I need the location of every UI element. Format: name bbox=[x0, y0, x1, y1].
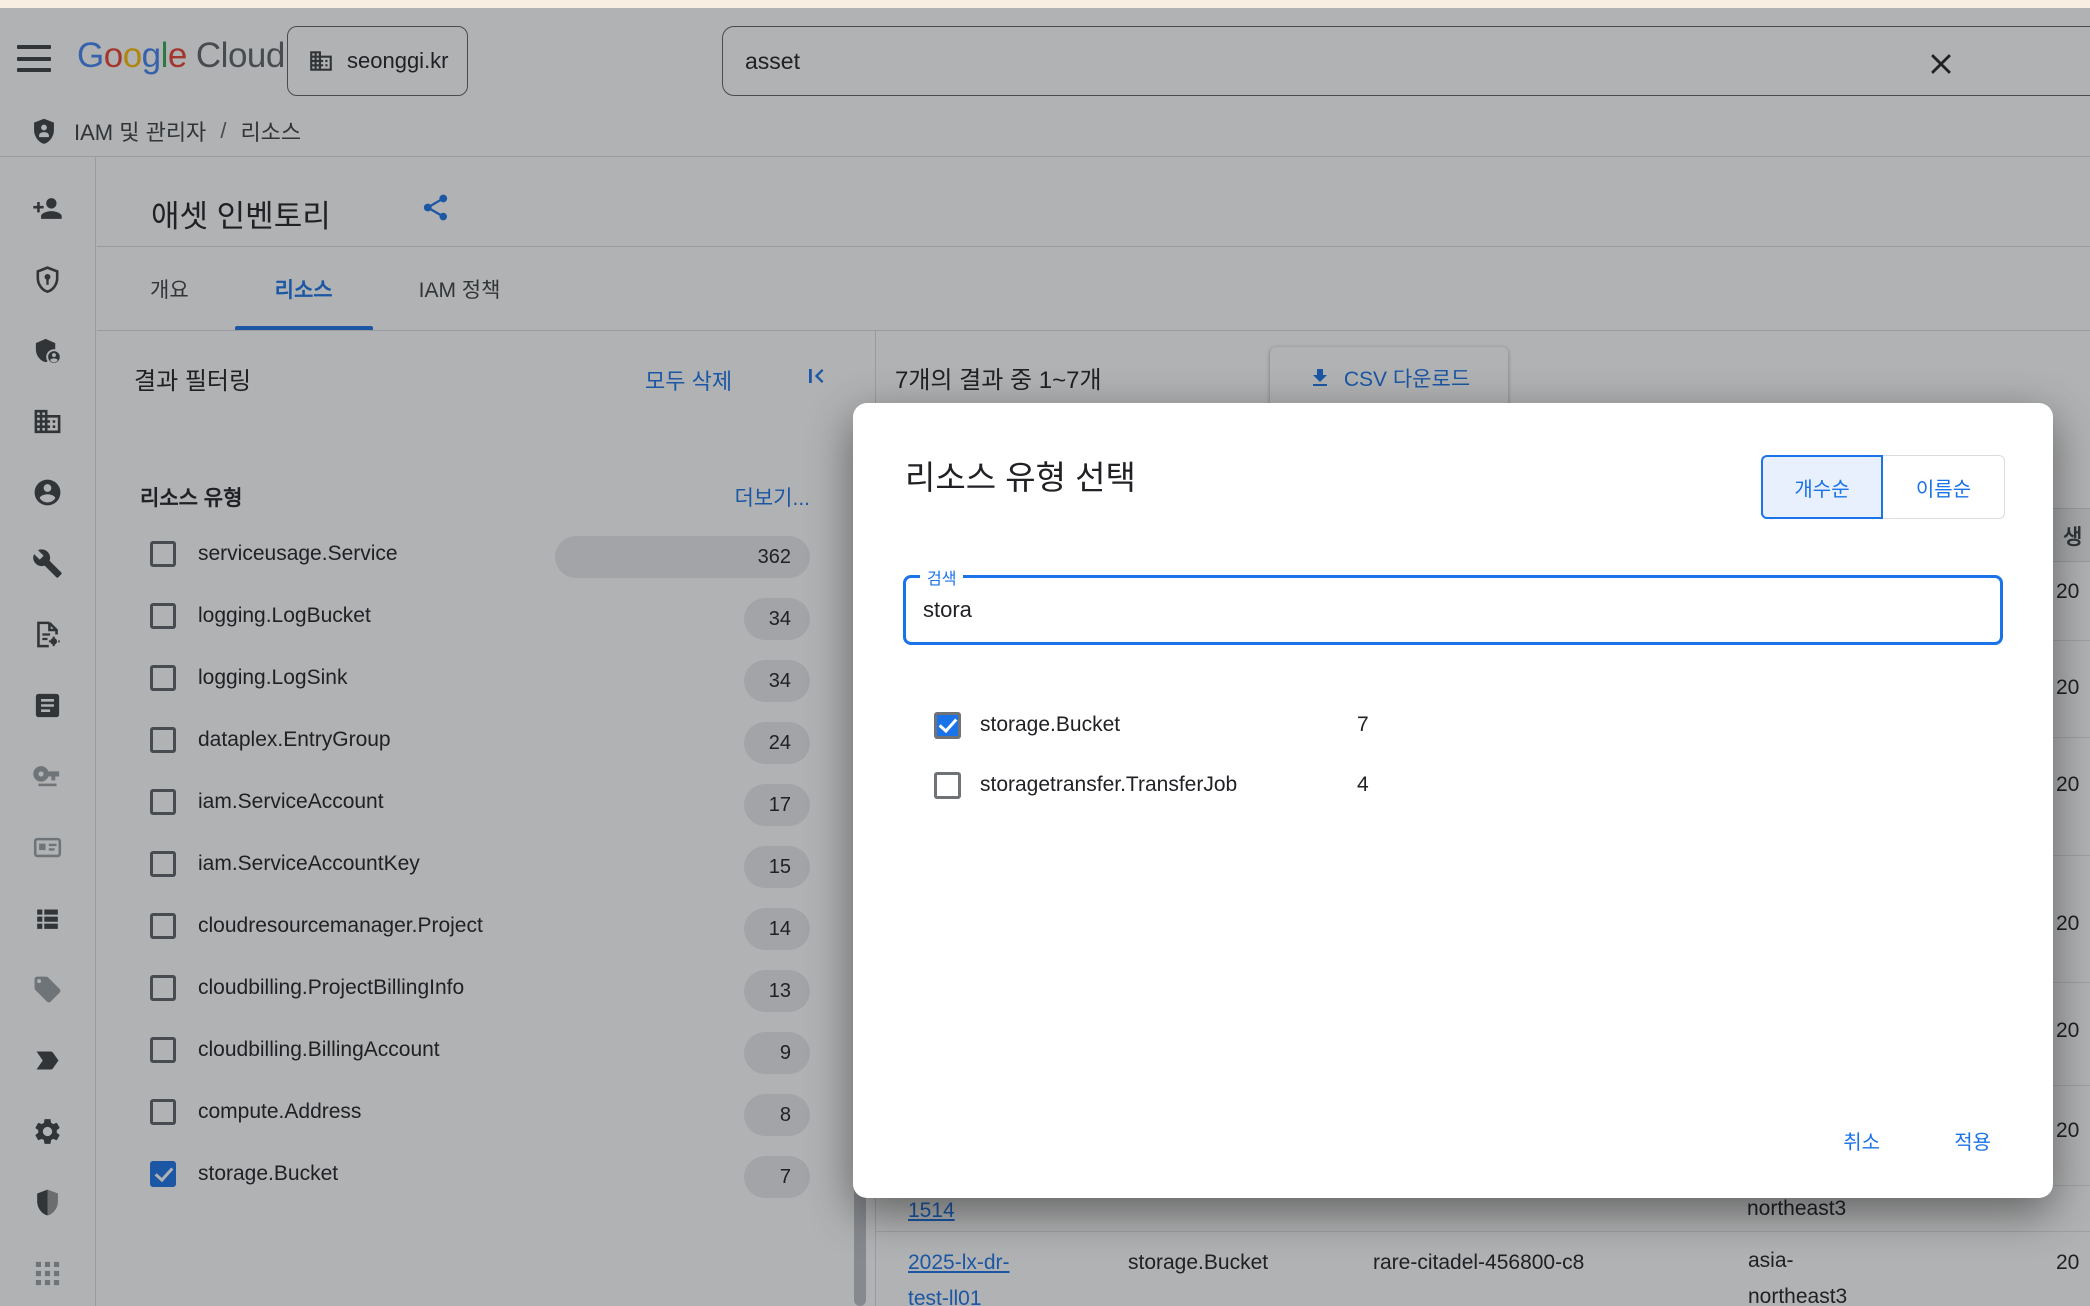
cancel-button[interactable]: 취소 bbox=[1843, 1120, 1880, 1160]
option-label: storage.Bucket bbox=[980, 713, 1357, 737]
window-accent-strip bbox=[0, 0, 2090, 8]
apply-button[interactable]: 적용 bbox=[1954, 1120, 1991, 1160]
checkbox[interactable] bbox=[934, 772, 961, 799]
gcp-asset-inventory-page: G o o g l e Cloud seonggi.kr IAM 및 관리자 /… bbox=[0, 0, 2090, 1306]
sort-by-name-button[interactable]: 이름순 bbox=[1883, 455, 2005, 519]
resource-type-dialog: 리소스 유형 선택 개수순 이름순 검색 storage.Bucket 7 st… bbox=[853, 403, 2053, 1198]
option-label: storagetransfer.TransferJob bbox=[980, 773, 1357, 797]
sort-toggle: 개수순 이름순 bbox=[1761, 455, 2005, 519]
dialog-option-list: storage.Bucket 7 storagetransfer.Transfe… bbox=[934, 695, 1634, 815]
checkbox[interactable] bbox=[934, 712, 961, 739]
dialog-option-row[interactable]: storagetransfer.TransferJob 4 bbox=[934, 755, 1634, 815]
dialog-search-field[interactable]: 검색 bbox=[903, 575, 2003, 645]
option-count: 4 bbox=[1357, 773, 1369, 797]
dialog-search-input[interactable] bbox=[923, 578, 1973, 642]
dialog-title: 리소스 유형 선택 bbox=[905, 451, 1136, 499]
sort-by-count-button[interactable]: 개수순 bbox=[1761, 455, 1883, 519]
option-count: 7 bbox=[1357, 713, 1369, 737]
dialog-option-row[interactable]: storage.Bucket 7 bbox=[934, 695, 1634, 755]
